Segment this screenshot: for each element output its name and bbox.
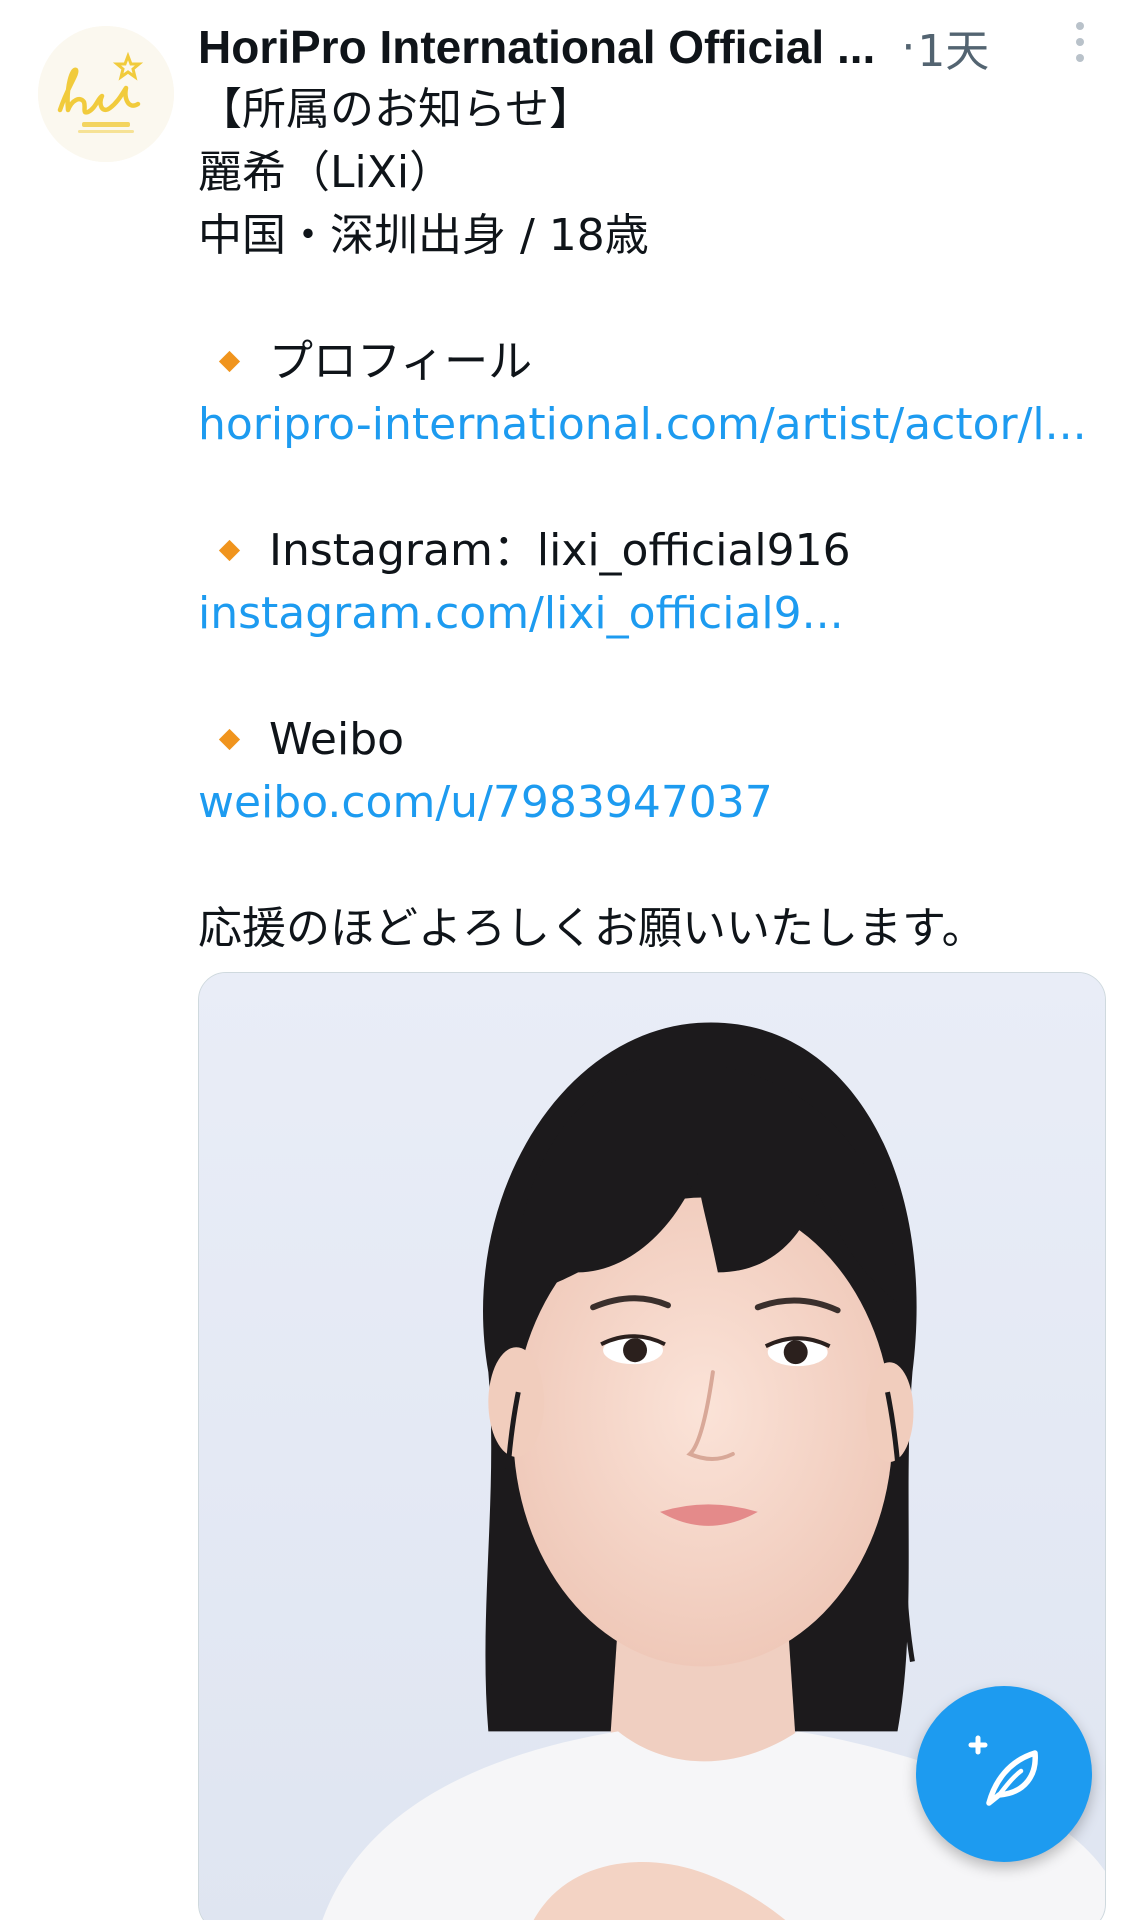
- headline-text: 【所属のお知らせ】: [198, 84, 594, 135]
- orange-diamond-icon: [218, 728, 241, 751]
- weibo-label: Weibo: [269, 714, 405, 765]
- separator-dot: ·: [901, 21, 916, 73]
- name-text: 麗希（LiXi）: [198, 147, 454, 198]
- instagram-link[interactable]: instagram.com/lixi_official9...: [198, 582, 1098, 645]
- more-vertical-icon[interactable]: [1058, 12, 1102, 72]
- compose-feather-icon: [968, 1735, 1038, 1806]
- tweet-body: 【所属のお知らせ】 麗希（LiXi） 中国・深圳出身 / 18歳 プロフィール …: [198, 78, 1098, 960]
- profile-link[interactable]: horipro-international.com/artist/actor/l…: [198, 393, 1098, 456]
- origin-text: 中国・深圳出身 / 18歳: [198, 210, 649, 261]
- instagram-row: Instagram：lixi_official916: [198, 519, 1098, 582]
- instagram-label: Instagram：lixi_official916: [269, 525, 851, 576]
- orange-diamond-icon: [218, 539, 241, 562]
- profile-label: プロフィール: [269, 336, 533, 387]
- timestamp[interactable]: 1天: [917, 15, 989, 79]
- author-name[interactable]: HoriPro International Official ...: [198, 20, 875, 74]
- tweet-header: HoriPro International Official ... · 1天: [198, 12, 1118, 82]
- weibo-row: Weibo: [198, 708, 1098, 771]
- orange-diamond-icon: [218, 350, 241, 373]
- horipro-logo: [38, 26, 174, 162]
- weibo-link[interactable]: weibo.com/u/7983947037: [198, 771, 1098, 834]
- author-avatar[interactable]: [38, 26, 174, 162]
- compose-button[interactable]: [916, 1686, 1092, 1862]
- closing-text: 応援のほどよろしくお願いいたします。: [198, 903, 986, 954]
- profile-row: プロフィール: [198, 330, 1098, 393]
